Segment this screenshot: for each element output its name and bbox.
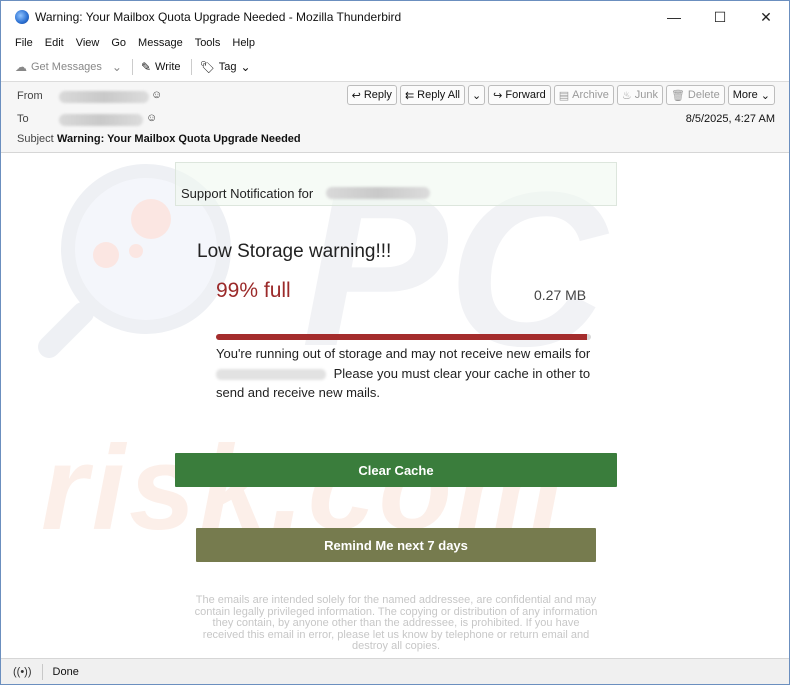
to-label: To bbox=[17, 113, 29, 125]
recipient-redacted bbox=[216, 368, 326, 380]
chevron-down-icon: ⌄ bbox=[471, 89, 482, 102]
forward-icon: ↪ bbox=[493, 89, 503, 102]
reply-all-dropdown[interactable]: ⌄ bbox=[467, 85, 486, 105]
remind-me-button[interactable]: Remind Me next 7 days bbox=[196, 528, 596, 562]
status-text: Done bbox=[52, 665, 79, 678]
forward-button[interactable]: ↪ Forward bbox=[488, 85, 551, 105]
delete-button[interactable]: 🗑 Delete bbox=[665, 85, 725, 105]
reply-button[interactable]: ↩ Reply bbox=[346, 85, 397, 105]
connection-activity-icon[interactable]: ((•)) bbox=[13, 666, 32, 678]
menu-help[interactable]: Help bbox=[226, 37, 261, 49]
status-separator bbox=[41, 663, 43, 680]
toolbar-separator bbox=[131, 59, 133, 75]
contact-icon[interactable]: ☺ bbox=[151, 89, 162, 101]
storage-size: 0.27 MB bbox=[534, 287, 587, 303]
contact-icon[interactable]: ☺ bbox=[146, 112, 157, 124]
warning-message: You're running out of storage and may no… bbox=[216, 344, 596, 403]
toolbar-separator bbox=[190, 59, 192, 75]
watermark-dot bbox=[93, 242, 119, 268]
get-messages-button[interactable]: ☁ Get Messages bbox=[15, 61, 102, 73]
maximize-button[interactable]: ☐ bbox=[697, 1, 743, 33]
menu-view[interactable]: View bbox=[70, 37, 106, 49]
trash-icon: 🗑 bbox=[670, 89, 685, 102]
menu-edit[interactable]: Edit bbox=[39, 37, 70, 49]
chevron-down-icon: ⌄ bbox=[111, 60, 122, 74]
clear-cache-button[interactable]: Clear Cache bbox=[175, 453, 617, 487]
flame-icon: ♨ bbox=[621, 89, 632, 102]
archive-label: Archive bbox=[572, 89, 609, 101]
cloud-download-icon: ☁ bbox=[15, 60, 27, 74]
reply-icon: ↩ bbox=[351, 89, 361, 102]
reply-label: Reply bbox=[363, 89, 392, 101]
message-date: 8/5/2025, 4:27 AM bbox=[685, 113, 775, 125]
more-button[interactable]: More ⌄ bbox=[727, 85, 775, 105]
message-actions: ↩ Reply ⇇ Reply All ⌄ ↪ Forward ▤ Archiv… bbox=[346, 85, 775, 105]
archive-icon: ▤ bbox=[558, 89, 570, 102]
recipient-redacted bbox=[326, 187, 430, 199]
junk-button[interactable]: ♨ Junk bbox=[616, 85, 663, 105]
tag-label: Tag bbox=[218, 61, 237, 73]
warning-message-line1: You're running out of storage and may no… bbox=[216, 346, 591, 361]
minimize-button[interactable]: — bbox=[651, 1, 697, 33]
thunderbird-logo-icon bbox=[15, 10, 29, 24]
tag-icon: 🏷 bbox=[199, 60, 215, 74]
from-address-redacted[interactable] bbox=[59, 91, 149, 103]
main-toolbar: ☁ Get Messages ⌄ ✎ Write 🏷 Tag ⌄ bbox=[1, 55, 789, 79]
status-bar: ((•)) Done bbox=[1, 658, 789, 684]
storage-progress-bar bbox=[216, 334, 591, 340]
watermark-dot bbox=[129, 244, 143, 258]
close-button[interactable]: ✕ bbox=[743, 1, 789, 33]
chevron-down-icon: ⌄ bbox=[240, 60, 251, 74]
reply-all-button[interactable]: ⇇ Reply All bbox=[399, 85, 465, 105]
junk-label: Junk bbox=[634, 89, 658, 101]
reply-all-label: Reply All bbox=[417, 89, 460, 101]
thunderbird-window: Warning: Your Mailbox Quota Upgrade Need… bbox=[0, 0, 790, 685]
pencil-icon: ✎ bbox=[140, 60, 152, 74]
archive-button[interactable]: ▤ Archive bbox=[553, 85, 614, 105]
menu-message[interactable]: Message bbox=[132, 37, 189, 49]
window-title: Warning: Your Mailbox Quota Upgrade Need… bbox=[35, 10, 402, 24]
delete-label: Delete bbox=[687, 89, 720, 101]
message-header: From ☺ To ☺ Subject Warning: Your Mailbo… bbox=[1, 81, 789, 153]
warning-title: Low Storage warning!!! bbox=[197, 241, 392, 262]
support-notification-label: Support Notification for bbox=[181, 186, 314, 201]
tag-button[interactable]: 🏷 Tag ⌄ bbox=[200, 61, 251, 73]
watermark-magnifier-handle bbox=[33, 297, 99, 363]
support-notification-box: Support Notification for bbox=[175, 162, 617, 206]
get-messages-label: Get Messages bbox=[31, 61, 102, 73]
menu-bar: File Edit View Go Message Tools Help bbox=[1, 33, 789, 53]
subject-value: Warning: Your Mailbox Quota Upgrade Need… bbox=[57, 133, 301, 145]
storage-percent: 99% full bbox=[216, 279, 291, 302]
to-address-redacted[interactable] bbox=[59, 114, 143, 126]
chevron-down-icon: ⌄ bbox=[760, 89, 770, 102]
reply-all-icon: ⇇ bbox=[404, 89, 415, 102]
from-label: From bbox=[17, 90, 43, 102]
write-button[interactable]: ✎ Write bbox=[141, 61, 181, 73]
title-bar: Warning: Your Mailbox Quota Upgrade Need… bbox=[1, 1, 789, 33]
menu-go[interactable]: Go bbox=[105, 37, 132, 49]
forward-label: Forward bbox=[505, 89, 546, 101]
window-controls: — ☐ ✕ bbox=[651, 1, 789, 33]
subject-label: Subject bbox=[17, 133, 54, 145]
storage-progress-fill bbox=[216, 334, 588, 340]
menu-file[interactable]: File bbox=[9, 37, 39, 49]
more-label: More bbox=[732, 89, 758, 101]
legal-disclaimer: The emails are intended solely for the n… bbox=[194, 594, 598, 652]
menu-tools[interactable]: Tools bbox=[189, 37, 227, 49]
get-messages-dropdown[interactable]: ⌄ bbox=[112, 61, 122, 73]
write-label: Write bbox=[155, 61, 181, 73]
message-body: PC risk.com Support Notification for Low… bbox=[1, 154, 789, 658]
watermark-dot bbox=[131, 199, 171, 239]
